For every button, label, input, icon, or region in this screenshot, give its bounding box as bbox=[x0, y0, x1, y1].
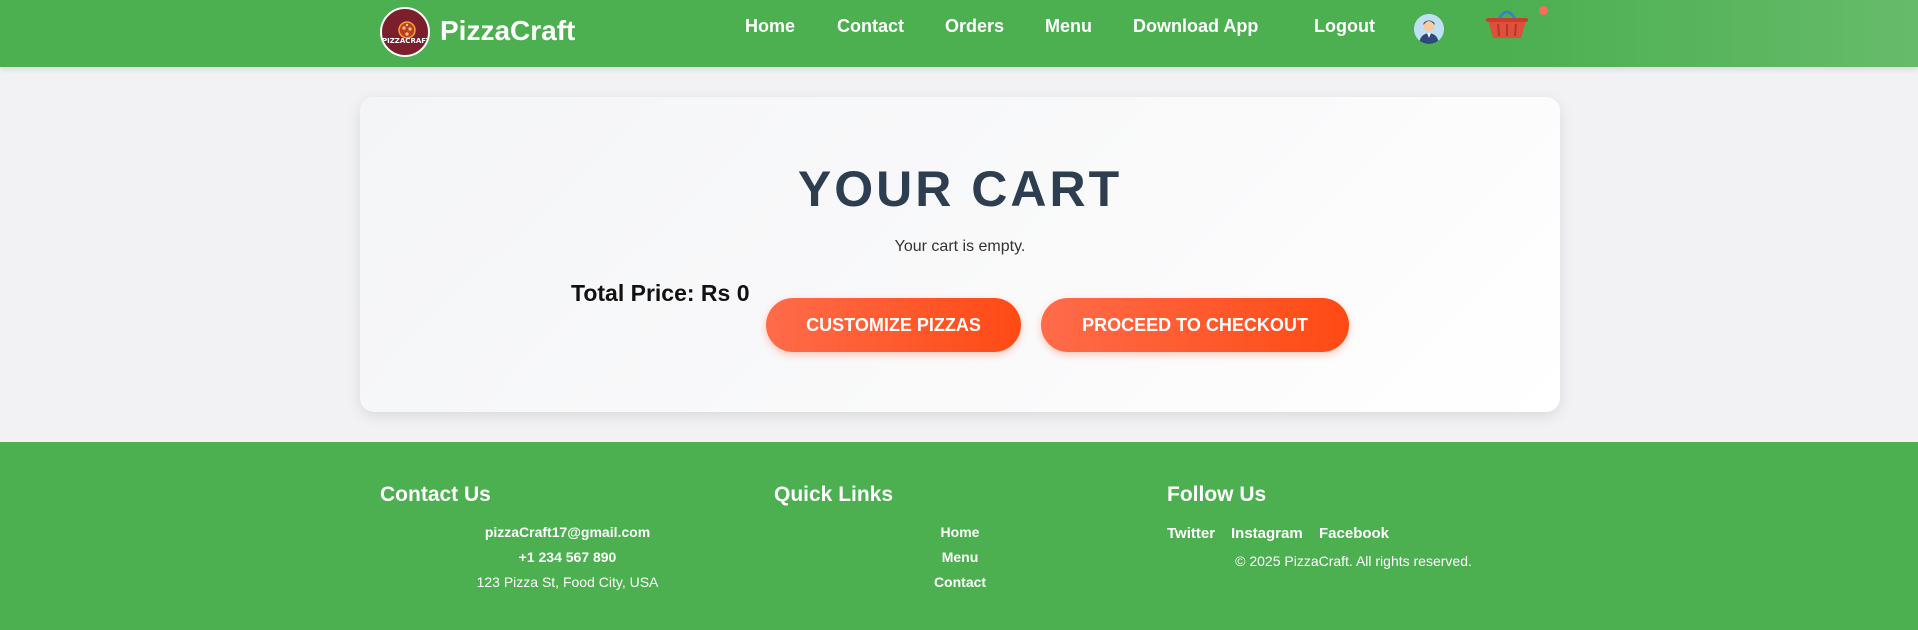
footer-link-home[interactable]: Home bbox=[774, 524, 1146, 540]
nav-logout[interactable]: Logout bbox=[1314, 16, 1375, 37]
pizza-logo-icon bbox=[398, 21, 416, 39]
footer-twitter-link[interactable]: Twitter bbox=[1167, 525, 1215, 542]
footer: Contact Us pizzaCraft17@gmail.com +1 234… bbox=[0, 442, 1918, 630]
footer-contact-heading: Contact Us bbox=[380, 483, 491, 506]
customize-pizzas-button[interactable]: CUSTOMIZE PIZZAS bbox=[766, 298, 1021, 352]
footer-link-contact[interactable]: Contact bbox=[774, 574, 1146, 590]
total-price: Total Price: Rs 0 bbox=[571, 280, 750, 306]
proceed-to-checkout-button[interactable]: PROCEED TO CHECKOUT bbox=[1041, 298, 1349, 352]
nav-home[interactable]: Home bbox=[745, 16, 795, 37]
nav-contact[interactable]: Contact bbox=[837, 16, 904, 37]
footer-copyright: © 2025 PizzaCraft. All rights reserved. bbox=[1235, 553, 1472, 569]
nav-download-app[interactable]: Download App bbox=[1133, 16, 1258, 37]
footer-phone[interactable]: +1 234 567 890 bbox=[380, 549, 755, 565]
brand-name[interactable]: PizzaCraft bbox=[440, 15, 575, 47]
footer-email[interactable]: pizzaCraft17@gmail.com bbox=[380, 524, 755, 540]
nav-menu[interactable]: Menu bbox=[1045, 16, 1092, 37]
user-avatar-icon[interactable] bbox=[1414, 14, 1444, 44]
logo-text: PIZZACRAFT bbox=[382, 37, 430, 45]
cart-card: YOUR CART Your cart is empty. Total Pric… bbox=[360, 97, 1560, 412]
footer-instagram-link[interactable]: Instagram bbox=[1231, 525, 1303, 542]
footer-follow-heading: Follow Us bbox=[1167, 483, 1267, 506]
page-title: YOUR CART bbox=[797, 161, 1123, 217]
navbar: PIZZACRAFT PizzaCraft Home Contact Order… bbox=[0, 0, 1918, 67]
footer-facebook-link[interactable]: Facebook bbox=[1319, 525, 1389, 542]
cart-badge bbox=[1539, 6, 1548, 15]
footer-quick-links-heading: Quick Links bbox=[774, 483, 894, 506]
footer-address: 123 Pizza St, Food City, USA bbox=[476, 574, 659, 590]
shopping-basket-icon[interactable] bbox=[1484, 5, 1530, 41]
brand-logo[interactable]: PIZZACRAFT bbox=[380, 7, 430, 57]
footer-link-menu[interactable]: Menu bbox=[774, 549, 1146, 565]
nav-orders[interactable]: Orders bbox=[945, 16, 1004, 37]
empty-cart-message: Your cart is empty. bbox=[894, 238, 1026, 255]
